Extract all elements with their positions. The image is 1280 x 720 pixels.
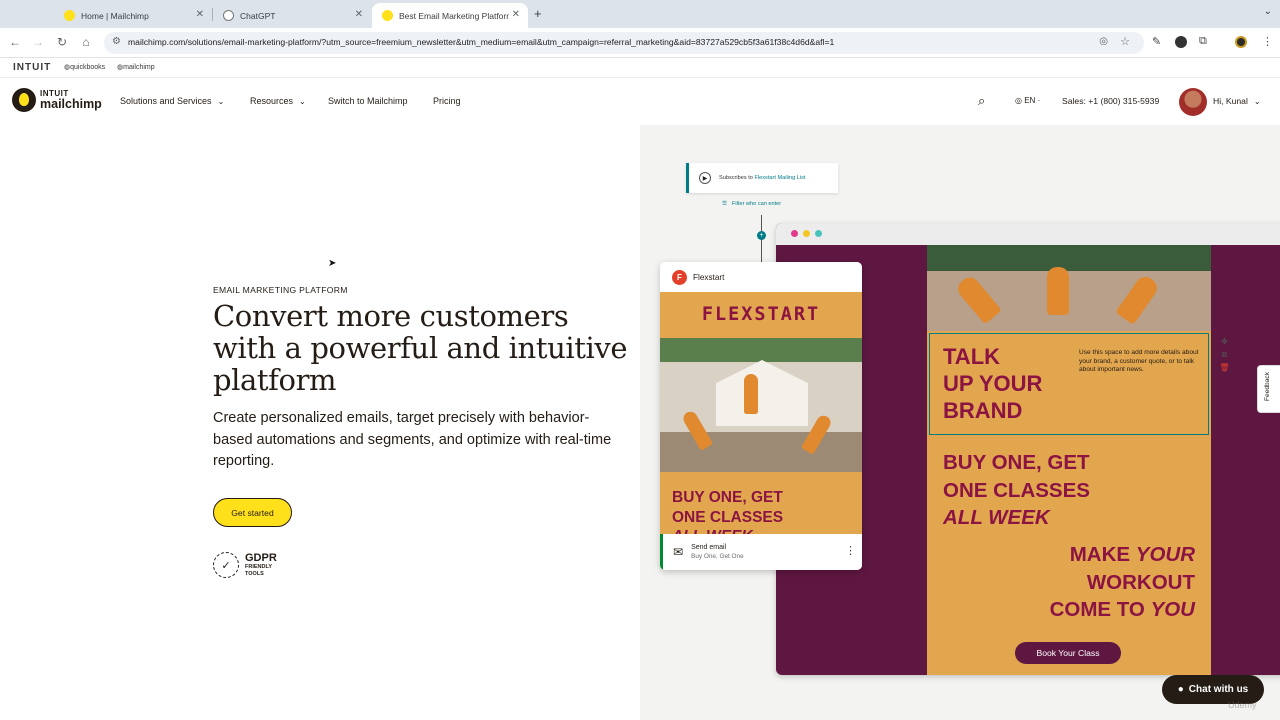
email-preview: TALK UP YOUR BRAND Use this space to add… xyxy=(927,245,1211,675)
hero-illustration: ▶ Subscribes to Flexstart Mailing List ☰… xyxy=(640,125,1280,720)
mailchimp-favicon-icon xyxy=(64,10,75,21)
flexstart-logo-icon: F xyxy=(672,269,687,285)
filter-icon: ☰ xyxy=(722,201,728,207)
chevron-down-icon: · xyxy=(1037,96,1041,105)
new-tab-icon[interactable]: + xyxy=(534,6,542,21)
hero-eyebrow: EMAIL MARKETING PLATFORM xyxy=(213,285,348,295)
browser-tabstrip: Home | Mailchimp ✕ ChatGPT ✕ Best Email … xyxy=(0,0,1280,28)
extensions-puzzle-icon[interactable]: ⧉ xyxy=(1199,35,1207,48)
freddie-logo-icon xyxy=(12,88,36,112)
sales-phone-link[interactable]: Sales: +1 (800) 315-5939 xyxy=(1062,96,1159,106)
talk-up-your-brand: TALK UP YOUR BRAND xyxy=(943,344,1043,423)
chevron-down-icon: ⌄ xyxy=(299,97,306,106)
avatar[interactable] xyxy=(1179,88,1207,116)
send-email-step: ✉ Send email Buy One, Get One ⋮ xyxy=(660,534,862,570)
gdpr-badge: ✓ GDPR FRIENDLY TOOLS xyxy=(213,552,277,578)
add-step-icon: + xyxy=(757,231,766,240)
home-icon[interactable]: ⌂ xyxy=(79,35,93,49)
extension-icon[interactable] xyxy=(1175,36,1187,48)
nav-solutions-and-services[interactable]: Solutions and Services ⌄ xyxy=(120,96,224,106)
language-selector[interactable]: ◎ EN · xyxy=(1015,96,1040,105)
close-tab-icon[interactable]: ✕ xyxy=(196,9,204,20)
mailchimp-favicon-icon xyxy=(382,10,393,21)
intuit-link[interactable]: INTUIT xyxy=(13,62,51,73)
browser-menu-icon[interactable]: ⋮ xyxy=(1262,35,1273,48)
close-tab-icon[interactable]: ✕ xyxy=(355,9,363,20)
filter-who-can-enter: ☰ Filter who can enter xyxy=(722,201,782,207)
nav-switch-to-mailchimp[interactable]: Switch to Mailchimp xyxy=(328,96,408,106)
workout-photo xyxy=(927,245,1211,331)
udemy-watermark: Udemy xyxy=(1228,700,1257,710)
globe-icon: ◎ xyxy=(1015,96,1022,105)
pen-extension-icon[interactable]: ✎ xyxy=(1152,35,1161,48)
flexstart-brand: FLEXSTART xyxy=(701,304,821,325)
account-menu[interactable]: Hi, Kunal ⌄ xyxy=(1213,96,1261,106)
tab-search-chevron-icon[interactable]: ⌄ xyxy=(1264,6,1272,17)
site-settings-icon[interactable]: ⚙ xyxy=(112,36,121,47)
reload-icon[interactable]: ↻ xyxy=(55,35,69,49)
intuit-brand-bar: INTUIT ◍quickbooks ◍mailchimp xyxy=(0,58,1280,78)
block-tools: ✥ ⧉ 🗑 xyxy=(1218,337,1231,376)
site-header: INTUIT mailchimp Solutions and Services ⌄… xyxy=(0,78,1280,125)
brand-description: Use this space to add more details about… xyxy=(1079,349,1199,373)
nav-pricing[interactable]: Pricing xyxy=(433,96,461,106)
tab-title: Best Email Marketing Platform xyxy=(399,10,509,21)
tab-best-email-marketing[interactable]: Best Email Marketing Platform ✕ xyxy=(372,3,528,28)
hero-subtext: Create personalized emails, target preci… xyxy=(213,410,612,469)
address-bar[interactable]: ⚙ mailchimp.com/solutions/email-marketin… xyxy=(104,32,1144,54)
mailchimp-link[interactable]: ◍mailchimp xyxy=(117,63,155,71)
search-icon[interactable]: ⌕ xyxy=(978,93,985,109)
buy-one-get-one: BUY ONE, GET ONE CLASSES ALL WEEK xyxy=(943,451,1090,529)
profile-icon[interactable] xyxy=(1235,36,1247,48)
play-icon: ▶ xyxy=(699,172,711,184)
make-your-workout: MAKE YOUR WORKOUT COME TO YOU xyxy=(1049,543,1195,621)
bookmark-star-icon[interactable]: ☆ xyxy=(1120,35,1130,48)
chat-bubble-icon: ● xyxy=(1177,684,1184,695)
get-started-button[interactable]: Get started xyxy=(213,498,292,527)
chevron-down-icon: ⌄ xyxy=(1253,97,1261,106)
nav-resources[interactable]: Resources ⌄ xyxy=(250,96,306,106)
tab-title: Home | Mailchimp xyxy=(81,10,149,21)
tab-title: ChatGPT xyxy=(240,10,276,21)
duplicate-icon: ⧉ xyxy=(1221,350,1228,359)
back-icon[interactable]: ← xyxy=(8,35,22,49)
mouse-cursor-icon: ➤ xyxy=(328,258,337,269)
browser-toolbar: ← → ↻ ⌂ ⚙ mailchimp.com/solutions/email-… xyxy=(0,28,1280,58)
editor-window-bar xyxy=(776,223,1280,245)
chevron-down-icon: ⌄ xyxy=(217,97,225,106)
checkmark-seal-icon: ✓ xyxy=(213,552,239,578)
tab-home-mailchimp[interactable]: Home | Mailchimp ✕ xyxy=(54,3,212,28)
close-tab-icon[interactable]: ✕ xyxy=(512,9,520,20)
more-options-icon: ⋮ xyxy=(845,545,856,557)
studio-photo xyxy=(660,338,862,472)
feedback-tab[interactable]: Feedback xyxy=(1257,365,1280,413)
mailchimp-logo[interactable]: INTUIT mailchimp xyxy=(12,88,102,112)
eye-off-icon[interactable]: ◎ xyxy=(1099,36,1108,47)
flexstart-email-card: F Flexstart FLEXSTART BUY ONE, GET ONE C… xyxy=(660,262,862,570)
move-icon: ✥ xyxy=(1221,337,1228,346)
trash-icon: 🗑 xyxy=(1219,363,1230,372)
envelope-icon: ✉ xyxy=(673,545,684,559)
quickbooks-link[interactable]: ◍quickbooks xyxy=(64,63,105,71)
chatgpt-favicon-icon xyxy=(223,10,234,21)
automation-trigger-card: ▶ Subscribes to Flexstart Mailing List xyxy=(686,163,838,193)
hero-headline: Convert more customers with a powerful a… xyxy=(213,299,628,397)
url-text[interactable]: mailchimp.com/solutions/email-marketing-… xyxy=(128,37,834,47)
book-your-class-button: Book Your Class xyxy=(1015,642,1121,664)
forward-icon[interactable]: → xyxy=(31,35,45,49)
tab-chatgpt[interactable]: ChatGPT ✕ xyxy=(213,3,371,28)
